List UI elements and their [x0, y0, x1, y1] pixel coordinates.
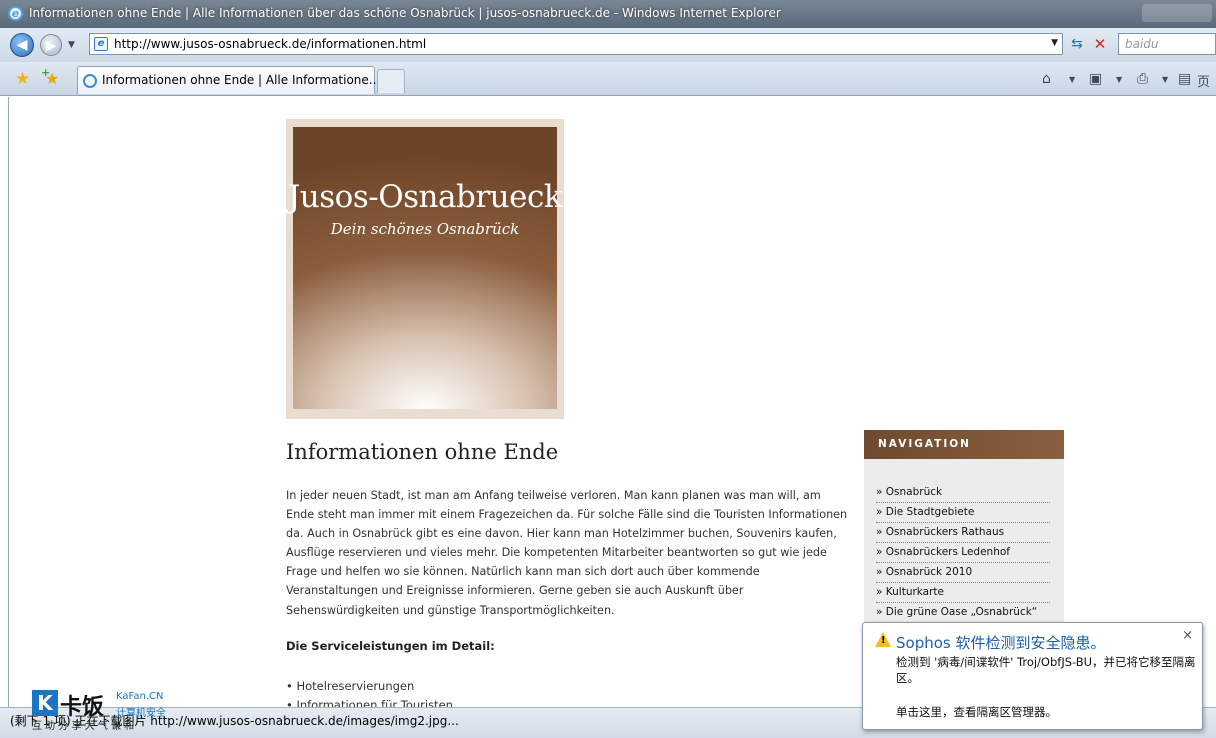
page-menu-icon[interactable]: ▤	[1178, 71, 1191, 87]
page-menu-label[interactable]: 页	[1197, 71, 1210, 90]
services-list: • Hotelreservierungen • Informationen fü…	[286, 677, 453, 707]
tab-row: ★ ★ + Informationen ohne Ende | Alle Info…	[0, 62, 1216, 96]
new-tab-button[interactable]	[377, 69, 405, 93]
home-icon[interactable]: ⌂	[1042, 71, 1051, 87]
site-subtitle: Dein schönes Osnabrück	[330, 220, 520, 238]
sophos-alert-message: 检测到 '病毒/间谍软件' Troj/ObfJS-BU，并已将它移至隔离区。	[896, 655, 1196, 685]
nav-link-rathaus[interactable]: » Osnabrückers Rathaus	[876, 523, 1050, 543]
header-gradient	[293, 127, 557, 409]
search-input[interactable]: baidu	[1118, 33, 1216, 55]
stop-icon[interactable]: ✕	[1090, 35, 1110, 55]
title-bar: e Informationen ohne Ende | Alle Informa…	[0, 0, 1216, 28]
feeds-icon[interactable]: ▣	[1089, 71, 1102, 87]
favorites-star-icon[interactable]: ★	[15, 69, 30, 89]
page-title: Informationen ohne Ende	[286, 440, 559, 464]
intro-paragraph: In jeder neuen Stadt, ist man am Anfang …	[286, 489, 848, 617]
tab-page-icon	[83, 74, 97, 88]
sophos-alert-title: Sophos 软件检测到安全隐患。	[896, 634, 1106, 652]
warning-icon: !	[875, 632, 891, 647]
quarantine-manager-link[interactable]: 单击这里，查看隔离区管理器。	[896, 704, 1057, 720]
print-icon[interactable]: ⎙	[1137, 71, 1148, 87]
nav-link-kulturkarte[interactable]: » Kulturkarte	[876, 583, 1050, 603]
kafan-tagline: 互 助 分 享 大 气 谦 和	[32, 721, 135, 732]
services-heading: Die Serviceleistungen im Detail:	[286, 639, 495, 653]
list-item: • Hotelreservierungen	[286, 679, 415, 693]
ie-window: e Informationen ohne Ende | Alle Informa…	[0, 0, 1216, 738]
forward-button[interactable]: ▶	[40, 34, 62, 56]
address-dropdown-icon[interactable]: ▼	[1051, 38, 1058, 48]
page-viewport: Jusos-Osnabrueck Dein schönes Osnabrück …	[8, 97, 1216, 707]
address-field[interactable]: e http://www.jusos-osnabrueck.de/informa…	[89, 33, 1063, 55]
site-header-image: Jusos-Osnabrueck Dein schönes Osnabrück	[286, 119, 564, 419]
ie-logo-icon: e	[8, 6, 23, 21]
nav-link-gruene-oase[interactable]: » Die grüne Oase „Osnabrück“	[876, 603, 1050, 623]
search-placeholder: baidu	[1125, 37, 1159, 51]
feeds-dropdown-icon[interactable]: ▼	[1116, 75, 1122, 84]
nav-link-osnabrueck-2010[interactable]: » Osnabrück 2010	[876, 563, 1050, 583]
print-dropdown-icon[interactable]: ▼	[1162, 75, 1168, 84]
navigation-header: NAVIGATION	[864, 430, 1064, 459]
tab-active[interactable]: Informationen ohne Ende | Alle Informati…	[77, 66, 380, 94]
sophos-alert-popup[interactable]: ! Sophos 软件检测到安全隐患。 × 检测到 '病毒/间谍软件' Troj…	[862, 622, 1203, 730]
page-icon: e	[94, 37, 108, 51]
address-row: ◀ ▶ ▼ e http://www.jusos-osnabrueck.de/i…	[0, 28, 1216, 62]
history-dropdown-icon[interactable]: ▼	[68, 40, 75, 50]
window-controls[interactable]	[1142, 4, 1212, 22]
kafan-watermark: K 卡饭 KaFan.CN 计算机安全 互 助 分 享 大 气 谦 和	[32, 688, 182, 732]
nav-link-ledenhof[interactable]: » Osnabrückers Ledenhof	[876, 543, 1050, 563]
add-favorites-icon[interactable]: ★ +	[41, 66, 59, 88]
refresh-icon[interactable]: ⇆	[1067, 35, 1087, 55]
list-item: • Informationen für Touristen	[286, 698, 453, 707]
back-button[interactable]: ◀	[10, 33, 34, 57]
navigation-list: » Osnabrück » Die Stadtgebiete » Osnabrü…	[876, 483, 1050, 623]
window-title: Informationen ohne Ende | Alle Informati…	[29, 6, 781, 20]
kafan-logo-icon: K	[32, 690, 58, 716]
nav-link-stadtgebiete[interactable]: » Die Stadtgebiete	[876, 503, 1050, 523]
close-icon[interactable]: ×	[1182, 628, 1193, 643]
navigation-header-label: NAVIGATION	[878, 438, 971, 450]
nav-link-osnabrueck[interactable]: » Osnabrück	[876, 483, 1050, 503]
home-dropdown-icon[interactable]: ▼	[1069, 75, 1075, 84]
tab-label: Informationen ohne Ende | Alle Informati…	[102, 73, 381, 87]
url-text[interactable]: http://www.jusos-osnabrueck.de/informati…	[114, 37, 426, 51]
kafan-domain: KaFan.CN	[116, 691, 164, 702]
site-title: Jusos-Osnabrueck	[287, 179, 563, 215]
